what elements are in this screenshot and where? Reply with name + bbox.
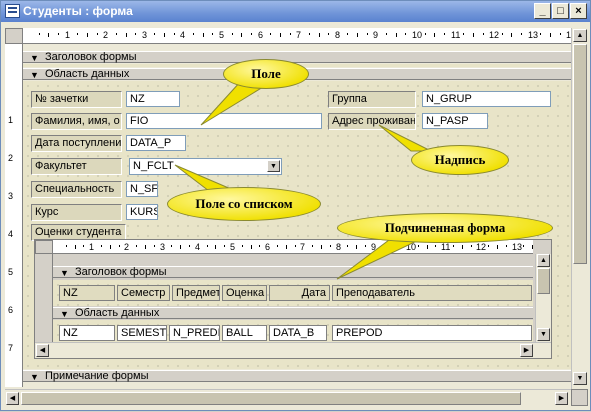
callout-field: Поле xyxy=(223,59,309,89)
form-window: Студенты : форма _ □ × 1 2 3 4 5 6 7 8 9 10 11 12 13… xyxy=(0,0,591,411)
callout-combo: Поле со списком xyxy=(167,187,321,221)
callout-subform: Подчиненная форма xyxy=(337,213,553,243)
callout-label: Надпись xyxy=(411,145,509,175)
callout-pointer-label xyxy=(378,124,432,152)
callout-pointer-subform xyxy=(336,236,423,280)
